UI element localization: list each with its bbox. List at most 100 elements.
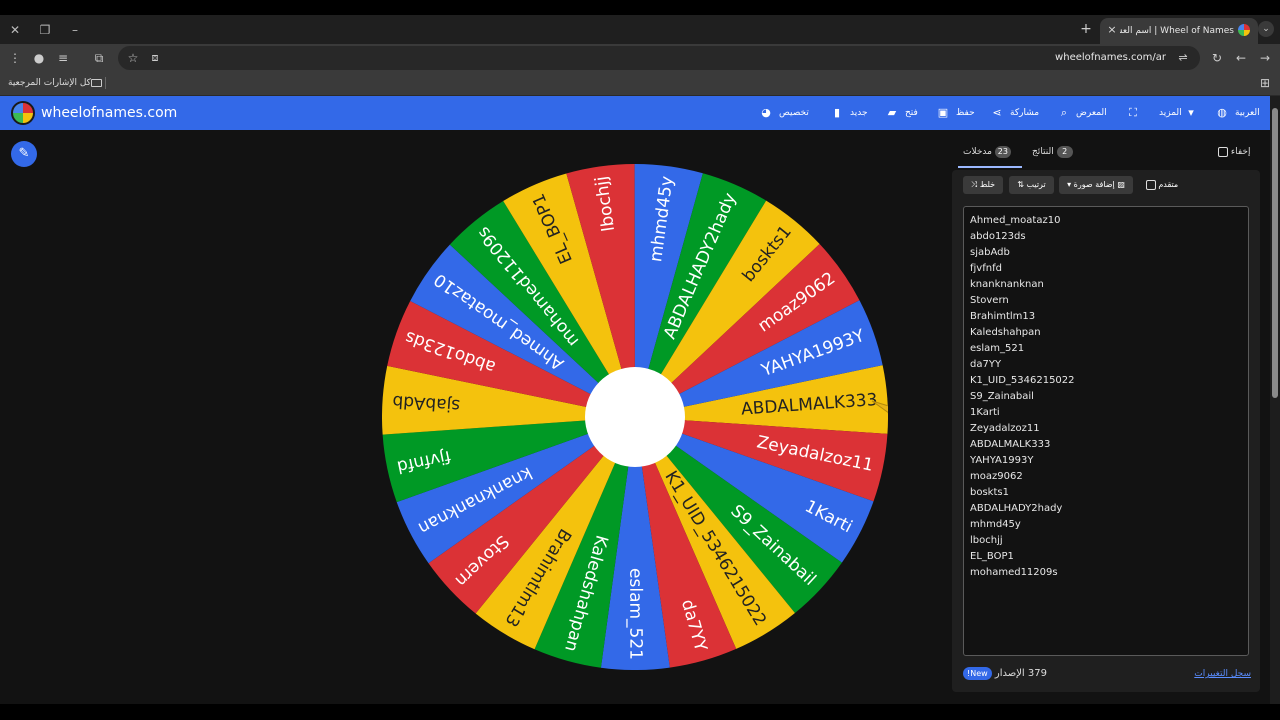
search-icon[interactable]: ⌕	[1057, 105, 1071, 121]
entry-line[interactable]: Brahimtlm13	[970, 309, 1242, 325]
reload-icon[interactable]: ↻	[1208, 49, 1226, 67]
entry-line[interactable]: 1Karti	[970, 405, 1242, 421]
share-icon[interactable]: ⋖	[990, 105, 1004, 121]
active-tab-indicator	[958, 166, 1022, 168]
entry-line[interactable]: sjabAdb	[970, 245, 1242, 261]
shuffle-button[interactable]: خلط ⤨	[963, 176, 1003, 194]
site-settings-icon[interactable]: ⇌	[1174, 49, 1192, 67]
caret-down-icon: ▾	[1067, 180, 1072, 189]
browser-tab[interactable]: × Wheel of Names | اسم العشوائي	[1100, 18, 1258, 44]
folder-icon	[90, 78, 102, 87]
entry-line[interactable]: mhmd45y	[970, 517, 1242, 533]
profile-avatar-icon[interactable]: ●	[30, 49, 48, 67]
new-badge[interactable]: New!	[963, 666, 992, 680]
entries-textarea[interactable]: Ahmed_moataz10 abdo123ds sjabAdb fjvfnfd kna…	[963, 206, 1249, 656]
advanced-label: متقدم	[1158, 180, 1179, 189]
tab-results[interactable]: النتائج 2	[1032, 144, 1076, 160]
entry-line[interactable]: fjvfnfd	[970, 261, 1242, 277]
sort-icon: ⇅	[1017, 180, 1024, 189]
bookmarks-bar: كل الإشارات المرجعية ⊞	[0, 71, 1280, 96]
changelog-link[interactable]: سجل التغييرات	[1194, 666, 1251, 682]
entry-line[interactable]: moaz9062	[970, 469, 1242, 485]
close-window-icon[interactable]: ✕	[6, 21, 24, 39]
name-wheel[interactable]: ABDALMALK333Zeyadalzoz111KartiS9_Zainaba…	[382, 164, 888, 670]
address-bar[interactable]: ☆ ⧈ wheelofnames.com/ar ⇌	[118, 46, 1200, 70]
entry-line[interactable]: ABDALMALK333	[970, 437, 1242, 453]
globe-icon[interactable]: ◍	[1215, 105, 1229, 121]
tab-entries[interactable]: مدخلات 23	[963, 144, 1014, 160]
entry-line[interactable]: Zeyadalzoz11	[970, 421, 1242, 437]
wheel-logo-icon[interactable]	[11, 101, 35, 125]
restore-window-icon[interactable]: ❐	[36, 21, 54, 39]
back-icon[interactable]: →	[1256, 49, 1274, 67]
edit-pencil-icon[interactable]: ✎	[11, 141, 37, 167]
entry-line[interactable]: lbochjj	[970, 533, 1242, 549]
forward-icon[interactable]: ←	[1232, 49, 1250, 67]
share-button[interactable]: مشاركة	[1010, 105, 1039, 121]
caret-down-icon[interactable]: ▾	[1184, 105, 1198, 121]
add-image-button[interactable]: ▨ إضافة صورة ▾	[1059, 176, 1133, 194]
hide-toggle[interactable]: إخفاء	[1218, 144, 1250, 160]
reading-list-icon[interactable]: ≡	[54, 49, 72, 67]
browser-toolbar: ⋮ ● ≡ ⧉ ☆ ⧈ wheelofnames.com/ar ⇌ ↻ ← →	[0, 44, 1280, 71]
entry-line[interactable]: ABDALHADY2hady	[970, 501, 1242, 517]
entry-line[interactable]: boskts1	[970, 485, 1242, 501]
sort-button[interactable]: ترتيب ⇅	[1009, 176, 1054, 194]
extensions-icon[interactable]: ⧉	[90, 49, 108, 67]
fullscreen-icon[interactable]: ⛶	[1126, 105, 1140, 121]
tab-title: Wheel of Names | اسم العشوائي	[1120, 26, 1234, 36]
entry-line[interactable]: da7YY	[970, 357, 1242, 373]
top-letterbox	[0, 0, 1280, 15]
wheel-center-hub[interactable]	[585, 367, 685, 467]
all-bookmarks-label: كل الإشارات المرجعية	[8, 78, 91, 88]
file-icon[interactable]: ▮	[830, 105, 844, 121]
bottom-letterbox	[0, 704, 1280, 720]
hide-checkbox[interactable]	[1218, 146, 1228, 157]
menu-dots-icon[interactable]: ⋮	[6, 49, 24, 67]
apps-grid-icon[interactable]: ⊞	[1256, 74, 1274, 92]
palette-icon[interactable]: ◕	[759, 105, 773, 121]
entry-line[interactable]: Ahmed_moataz10	[970, 213, 1242, 229]
entry-line[interactable]: Kaledshahpan	[970, 325, 1242, 341]
entry-line[interactable]: S9_Zainabail	[970, 389, 1242, 405]
entry-line[interactable]: Stovern	[970, 293, 1242, 309]
more-button[interactable]: المزيد	[1159, 105, 1182, 121]
new-tab-icon[interactable]: +	[1078, 21, 1094, 37]
save-button[interactable]: حفظ	[956, 105, 975, 121]
scrollbar-thumb[interactable]	[1272, 108, 1278, 398]
entry-line[interactable]: K1_UID_5346215022	[970, 373, 1242, 389]
hide-label: إخفاء	[1230, 147, 1251, 157]
minimize-window-icon[interactable]: –	[66, 21, 84, 39]
logo-text[interactable]: wheelofnames.com	[41, 104, 177, 122]
entry-line[interactable]: mohamed11209s	[970, 565, 1242, 581]
image-icon: ▨	[1117, 180, 1125, 189]
advanced-checkbox[interactable]	[1145, 179, 1156, 190]
entry-line[interactable]: abdo123ds	[970, 229, 1242, 245]
shuffle-label: خلط	[979, 180, 996, 189]
new-button[interactable]: جديد	[850, 105, 868, 121]
save-icon[interactable]: ▣	[936, 105, 950, 121]
gallery-button[interactable]: المعرض	[1076, 105, 1107, 121]
entries-tab-label: مدخلات	[963, 147, 992, 157]
install-app-icon[interactable]: ⧈	[146, 49, 164, 67]
advanced-toggle[interactable]: متقدم	[1142, 176, 1182, 194]
language-button[interactable]: العربية	[1235, 105, 1260, 121]
folder-open-icon[interactable]: ▰	[885, 105, 899, 121]
entry-line[interactable]: eslam_521	[970, 341, 1242, 357]
url-text[interactable]: wheelofnames.com/ar	[1055, 49, 1166, 67]
page-scrollbar[interactable]	[1270, 96, 1280, 704]
entries-count-badge: 23	[994, 146, 1011, 158]
tab-search-icon[interactable]: ⌄	[1258, 21, 1274, 37]
all-bookmarks-button[interactable]: كل الإشارات المرجعية	[8, 75, 106, 91]
add-image-label: إضافة صورة	[1073, 180, 1115, 189]
version-number: 379	[1027, 668, 1047, 679]
entry-line[interactable]: knanknanknan	[970, 277, 1242, 293]
customize-button[interactable]: تخصيص	[779, 105, 809, 121]
entry-line[interactable]: EL_BOP1	[970, 549, 1242, 565]
entry-line[interactable]: YAHYA1993Y	[970, 453, 1242, 469]
open-button[interactable]: فتح	[905, 105, 918, 121]
panel-footer: 379 الإصدار New! سجل التغييرات	[963, 666, 1251, 682]
tab-close-icon[interactable]: ×	[1104, 22, 1120, 38]
results-tab-label: النتائج	[1032, 147, 1054, 157]
bookmark-star-icon[interactable]: ☆	[124, 49, 142, 67]
